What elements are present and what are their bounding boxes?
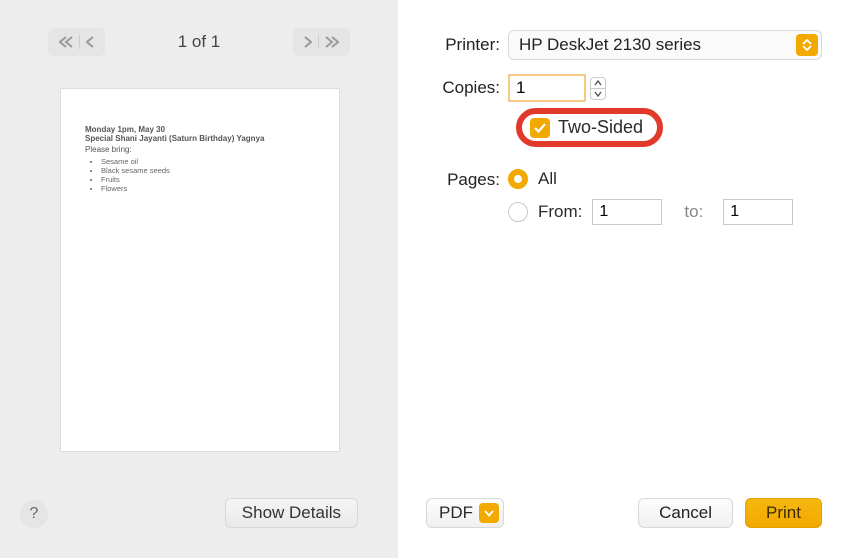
two-sided-checkbox[interactable] [530, 118, 550, 138]
prev-page-icon [83, 36, 97, 48]
help-icon: ? [30, 505, 39, 523]
preview-pane: 1 of 1 Monday 1pm, May 30 Special Shani … [0, 0, 398, 558]
select-chevrons-icon [796, 34, 818, 56]
doc-item: Black sesame seeds [101, 166, 315, 175]
doc-bring-label: Please bring: [85, 145, 315, 154]
stepper-down-icon [590, 88, 606, 100]
next-page-icon [301, 36, 315, 48]
last-page-icon [322, 36, 342, 48]
printer-row: Printer: HP DeskJet 2130 series [426, 30, 822, 60]
prev-page-button-group[interactable] [48, 28, 105, 56]
pages-option-all: All [508, 169, 793, 189]
two-sided-label: Two-Sided [558, 117, 643, 138]
doc-line2: Special Shani Jayanti (Saturn Birthday) … [85, 134, 315, 143]
pages-all-radio[interactable] [508, 169, 528, 189]
printer-label: Printer: [426, 35, 508, 55]
pdf-label: PDF [439, 503, 473, 523]
copies-row: Copies: [426, 74, 822, 102]
printer-select[interactable]: HP DeskJet 2130 series [508, 30, 822, 60]
doc-item: Fruits [101, 175, 315, 184]
next-page-button-group[interactable] [293, 28, 350, 56]
page-indicator: 1 of 1 [178, 32, 221, 52]
help-button[interactable]: ? [20, 500, 48, 528]
page-nav: 1 of 1 [0, 0, 398, 56]
pages-row: Pages: All From: to: [426, 169, 822, 235]
doc-item: Sesame oil [101, 157, 315, 166]
cancel-button[interactable]: Cancel [638, 498, 733, 528]
two-sided-highlight: Two-Sided [516, 108, 663, 147]
pages-option-range: From: to: [508, 199, 793, 225]
pages-label: Pages: [426, 169, 508, 190]
chevron-down-icon [479, 503, 499, 523]
copies-label: Copies: [426, 78, 508, 98]
printer-value: HP DeskJet 2130 series [519, 35, 701, 55]
pages-to-input[interactable] [723, 199, 793, 225]
pages-from-label: From: [538, 202, 582, 222]
copies-stepper[interactable] [590, 77, 606, 100]
pages-all-label: All [538, 169, 557, 189]
print-button[interactable]: Print [745, 498, 822, 528]
pdf-button[interactable]: PDF [426, 498, 504, 528]
copies-input[interactable] [508, 74, 586, 102]
doc-line1: Monday 1pm, May 30 [85, 125, 315, 134]
first-page-icon [56, 36, 76, 48]
page-preview: Monday 1pm, May 30 Special Shani Jayanti… [60, 88, 340, 452]
show-details-button[interactable]: Show Details [225, 498, 358, 528]
pages-from-input[interactable] [592, 199, 662, 225]
stepper-up-icon [590, 77, 606, 89]
doc-item: Flowers [101, 184, 315, 193]
pages-range-radio[interactable] [508, 202, 528, 222]
settings-pane: Printer: HP DeskJet 2130 series Copies: [398, 0, 850, 558]
pages-to-label: to: [684, 202, 703, 222]
bottom-bar: PDF Cancel Print [398, 498, 850, 528]
